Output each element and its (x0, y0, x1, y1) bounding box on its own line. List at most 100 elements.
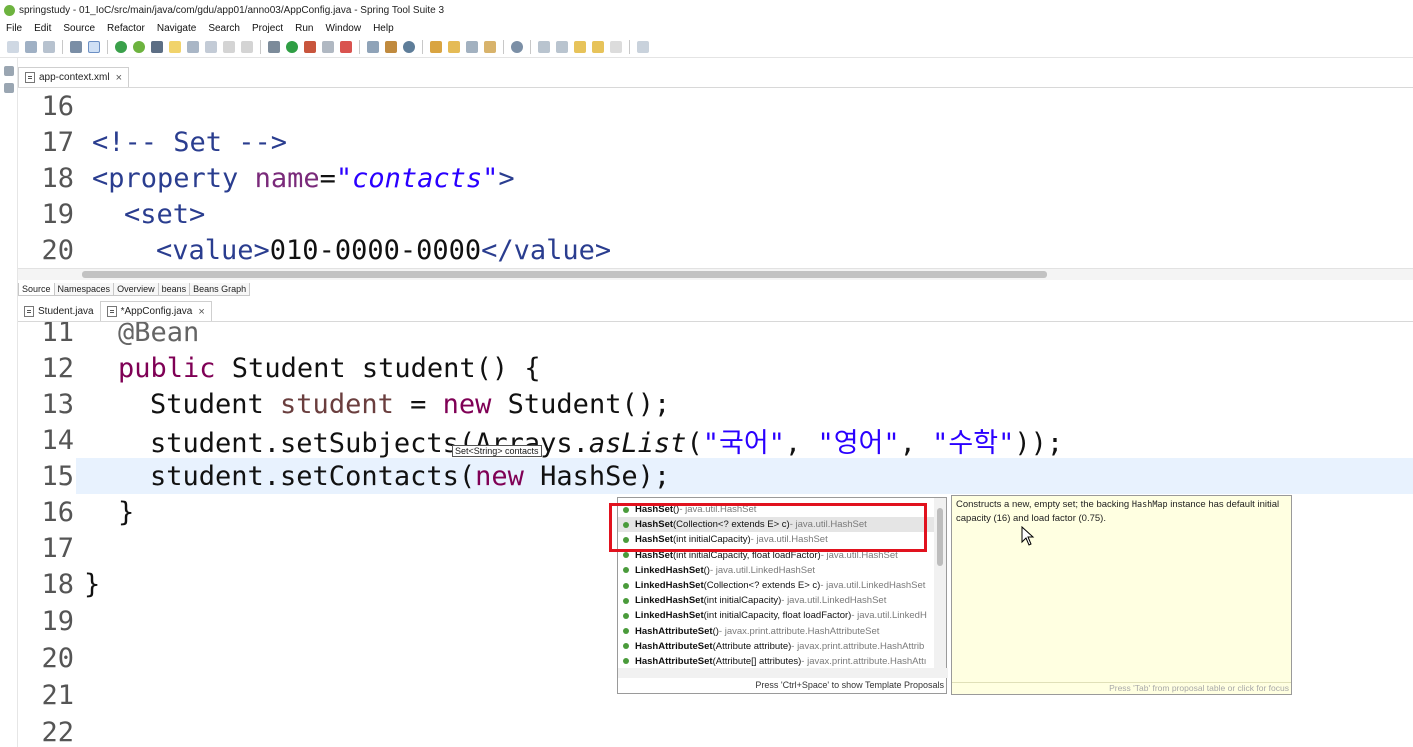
main-toolbar (0, 36, 1413, 58)
spring-icon[interactable] (133, 40, 145, 53)
javadoc-footer: Press 'Tab' from proposal table or click… (952, 682, 1291, 694)
javadoc-popup[interactable]: Constructs a new, empty set; the backing… (951, 495, 1292, 695)
xml-tag: <property (92, 162, 255, 194)
external-tools-icon[interactable] (304, 40, 316, 53)
proposal-item[interactable]: LinkedHashSet (int initialCapacity, float… (618, 608, 934, 623)
code-line: 22 (18, 714, 1413, 747)
stop-server-icon[interactable] (340, 40, 352, 53)
code-fragment: } (118, 496, 135, 528)
highlight-icon[interactable] (169, 40, 181, 53)
tab-source[interactable]: Source (18, 283, 55, 296)
proposal-item[interactable]: HashAttributeSet() - javax.print.attribu… (618, 624, 934, 639)
new-web-icon[interactable] (403, 40, 415, 53)
menu-run[interactable]: Run (295, 23, 313, 34)
doc-fragment: Constructs a new, empty set; the backing (956, 499, 1132, 510)
proposal-item[interactable]: HashAttributeSet (Attribute[] attributes)… (618, 654, 934, 669)
menu-project[interactable]: Project (252, 23, 283, 34)
proposal-signature: (int initialCapacity) (673, 534, 751, 546)
new-java-package-icon[interactable] (367, 40, 379, 53)
proposal-item[interactable]: HashSet (int initialCapacity) - java.util… (618, 532, 934, 547)
tab-namespaces[interactable]: Namespaces (53, 283, 115, 296)
code-line: 16 (18, 88, 1413, 124)
proposal-list[interactable]: HashSet() - java.util.HashSet HashSet (Col… (618, 502, 934, 669)
terminal-icon[interactable] (70, 40, 82, 53)
boot-dashboard-icon[interactable] (115, 40, 127, 53)
tab-label: Student.java (38, 305, 94, 317)
public-method-icon (623, 506, 629, 513)
menu-edit[interactable]: Edit (34, 23, 51, 34)
xml-eq: = (319, 162, 336, 194)
menu-refactor[interactable]: Refactor (107, 23, 145, 34)
menu-file[interactable]: File (6, 23, 22, 34)
proposal-name: LinkedHashSet (635, 564, 704, 576)
proposal-item[interactable]: LinkedHashSet (Collection<? extends E> c)… (618, 578, 934, 593)
tab-appconfig-java[interactable]: *AppConfig.java × (99, 301, 212, 321)
toggle-mark-icon[interactable] (88, 40, 100, 53)
block-select-icon[interactable] (205, 40, 217, 53)
new-icon[interactable] (7, 40, 19, 53)
local-variable: student (280, 388, 394, 420)
pilcrow-icon[interactable] (223, 40, 235, 53)
tab-beans[interactable]: beans (157, 283, 191, 296)
run-icon[interactable] (286, 40, 298, 53)
globe-icon[interactable] (511, 40, 523, 53)
back-icon[interactable] (592, 40, 604, 53)
scroll-thumb[interactable] (82, 271, 1047, 278)
proposal-vertical-scrollbar[interactable] (934, 498, 946, 668)
keyword: new (475, 460, 524, 492)
toolbar-separator (260, 39, 261, 54)
proposal-item[interactable]: HashSet (int initialCapacity, float loadF… (618, 548, 934, 563)
menu-navigate[interactable]: Navigate (157, 23, 196, 34)
open-task-icon[interactable] (484, 40, 496, 53)
restore-icon[interactable] (4, 66, 14, 76)
proposal-item[interactable]: LinkedHashSet() - java.util.LinkedHashSe… (618, 563, 934, 578)
previous-annotation-icon[interactable] (556, 40, 568, 53)
menu-search[interactable]: Search (208, 23, 240, 34)
code-line: 14 student.setSubjects(Arrays.asList("국어… (18, 422, 1413, 459)
open-folder-icon[interactable] (430, 40, 442, 53)
whitespace-icon[interactable] (241, 40, 253, 53)
close-icon[interactable]: × (116, 72, 122, 84)
proposal-name: HashSet (635, 549, 674, 561)
proposal-name: LinkedHashSet (635, 610, 704, 622)
menu-window[interactable]: Window (325, 23, 361, 34)
next-annotation-icon[interactable] (538, 40, 550, 53)
tab-app-context-xml[interactable]: app-context.xml × (18, 67, 130, 87)
proposal-qualifier: - java.util.LinkedHashSet (820, 580, 926, 592)
string-literal: "국어" (702, 427, 785, 459)
menu-help[interactable]: Help (373, 23, 394, 34)
package-explorer-icon[interactable] (4, 83, 14, 93)
proposal-item[interactable]: LinkedHashSet (int initialCapacity) - jav… (618, 593, 934, 608)
word-wrap-icon[interactable] (187, 40, 199, 53)
tab-student-java[interactable]: Student.java (18, 301, 100, 321)
save-icon[interactable] (25, 40, 37, 53)
xml-editor-tabs: app-context.xml × (18, 67, 1413, 88)
debug-icon[interactable] (268, 40, 280, 53)
xml-attr: name (254, 162, 320, 194)
new-java-class-icon[interactable] (385, 40, 397, 53)
save-all-icon[interactable] (43, 40, 55, 53)
line-number: 17 (41, 126, 74, 158)
tab-overview[interactable]: Overview (113, 283, 159, 296)
proposal-item[interactable]: HashSet() - java.util.HashSet (618, 502, 934, 517)
proposal-item[interactable]: HashAttributeSet (Attribute attribute) - … (618, 639, 934, 654)
line-number: 14 (41, 424, 74, 456)
close-icon[interactable]: × (198, 306, 204, 318)
coverage-icon[interactable] (322, 40, 334, 53)
pen-icon[interactable] (466, 40, 478, 53)
open-type-icon[interactable] (151, 40, 163, 53)
scroll-thumb[interactable] (937, 508, 943, 566)
tab-beans-graph[interactable]: Beans Graph (189, 283, 251, 296)
xml-horizontal-scrollbar[interactable] (18, 268, 1413, 280)
xml-editor[interactable]: 16 17 <!-- Set --> 18 <property name="co… (18, 88, 1413, 268)
forward-icon[interactable] (610, 40, 622, 53)
content-assist-popup[interactable]: HashSet() - java.util.HashSet HashSet (Col… (617, 497, 948, 694)
last-edit-icon[interactable] (574, 40, 586, 53)
proposal-item[interactable]: HashSet (Collection<? extends E> c) - jav… (618, 517, 934, 533)
public-method-icon (623, 567, 629, 574)
open-project-icon[interactable] (448, 40, 460, 53)
menu-source[interactable]: Source (63, 23, 95, 34)
proposal-signature: (Collection<? extends E> c) (703, 580, 821, 592)
proposal-name: HashSet (635, 534, 674, 546)
pin-editor-icon[interactable] (637, 40, 649, 53)
